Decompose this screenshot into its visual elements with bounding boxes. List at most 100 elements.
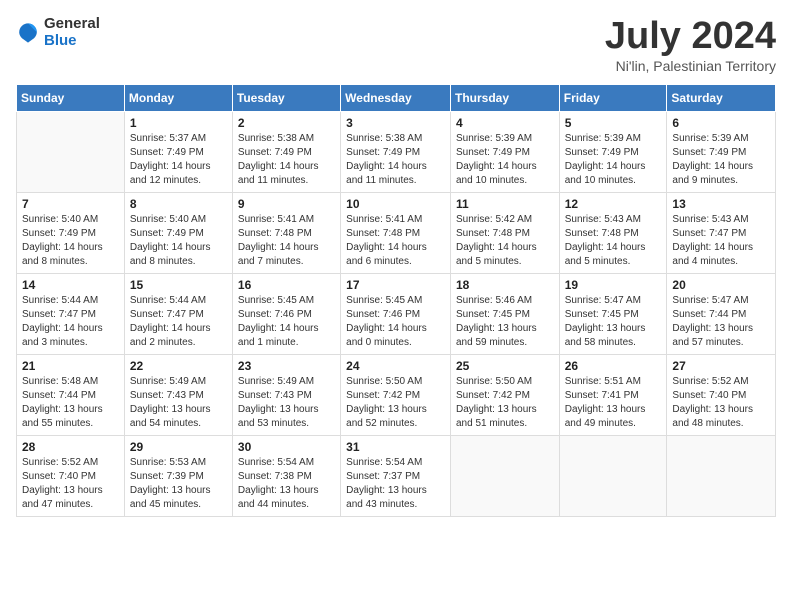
day-number: 17 bbox=[346, 278, 445, 292]
day-number: 27 bbox=[672, 359, 770, 373]
day-number: 16 bbox=[238, 278, 335, 292]
day-info: Sunrise: 5:50 AM Sunset: 7:42 PM Dayligh… bbox=[346, 375, 445, 431]
calendar-header-friday: Friday bbox=[559, 84, 667, 111]
day-info: Sunrise: 5:45 AM Sunset: 7:46 PM Dayligh… bbox=[346, 294, 445, 350]
day-number: 9 bbox=[238, 197, 335, 211]
calendar-week-row: 7 Sunrise: 5:40 AM Sunset: 7:49 PM Daylig… bbox=[17, 192, 776, 273]
day-number: 12 bbox=[565, 197, 662, 211]
day-number: 31 bbox=[346, 440, 445, 454]
day-info: Sunrise: 5:39 AM Sunset: 7:49 PM Dayligh… bbox=[565, 132, 662, 188]
day-number: 7 bbox=[22, 197, 119, 211]
calendar-header-row: SundayMondayTuesdayWednesdayThursdayFrid… bbox=[17, 84, 776, 111]
day-number: 6 bbox=[672, 116, 770, 130]
calendar-cell: 2 Sunrise: 5:38 AM Sunset: 7:49 PM Daylig… bbox=[232, 111, 340, 192]
calendar-cell: 16 Sunrise: 5:45 AM Sunset: 7:46 PM Dayli… bbox=[232, 273, 340, 354]
day-info: Sunrise: 5:38 AM Sunset: 7:49 PM Dayligh… bbox=[238, 132, 335, 188]
calendar-cell: 1 Sunrise: 5:37 AM Sunset: 7:49 PM Daylig… bbox=[124, 111, 232, 192]
calendar-cell: 7Sunrise: 5:40 AM Sunset: 7:49 PM Daylig… bbox=[17, 192, 125, 273]
day-info: Sunrise: 5:47 AM Sunset: 7:45 PM Dayligh… bbox=[565, 294, 662, 350]
calendar-cell: 20 Sunrise: 5:47 AM Sunset: 7:44 PM Dayli… bbox=[667, 273, 776, 354]
day-info: Sunrise: 5:39 AM Sunset: 7:49 PM Dayligh… bbox=[456, 132, 554, 188]
calendar-header-wednesday: Wednesday bbox=[341, 84, 451, 111]
day-number: 26 bbox=[565, 359, 662, 373]
day-number: 22 bbox=[130, 359, 227, 373]
calendar-week-row: 21Sunrise: 5:48 AM Sunset: 7:44 PM Dayli… bbox=[17, 354, 776, 435]
day-info: Sunrise: 5:53 AM Sunset: 7:39 PM Dayligh… bbox=[130, 456, 227, 512]
day-info: Sunrise: 5:39 AM Sunset: 7:49 PM Dayligh… bbox=[672, 132, 770, 188]
calendar-cell: 17 Sunrise: 5:45 AM Sunset: 7:46 PM Dayli… bbox=[341, 273, 451, 354]
calendar-week-row: 28 Sunrise: 5:52 AM Sunset: 7:40 PM Dayli… bbox=[17, 435, 776, 516]
logo-icon bbox=[16, 21, 40, 45]
calendar-cell: 13Sunrise: 5:43 AM Sunset: 7:47 PM Dayli… bbox=[667, 192, 776, 273]
day-number: 24 bbox=[346, 359, 445, 373]
calendar-cell: 22Sunrise: 5:49 AM Sunset: 7:43 PM Dayli… bbox=[124, 354, 232, 435]
calendar-cell: 25Sunrise: 5:50 AM Sunset: 7:42 PM Dayli… bbox=[450, 354, 559, 435]
calendar-cell: 23 Sunrise: 5:49 AM Sunset: 7:43 PM Dayli… bbox=[232, 354, 340, 435]
logo-text: General Blue bbox=[44, 16, 100, 49]
calendar-cell: 21Sunrise: 5:48 AM Sunset: 7:44 PM Dayli… bbox=[17, 354, 125, 435]
calendar-cell: 24 Sunrise: 5:50 AM Sunset: 7:42 PM Dayli… bbox=[341, 354, 451, 435]
main-title: July 2024 bbox=[605, 16, 776, 58]
day-info: Sunrise: 5:52 AM Sunset: 7:40 PM Dayligh… bbox=[672, 375, 770, 431]
day-number: 23 bbox=[238, 359, 335, 373]
calendar-cell: 18 Sunrise: 5:46 AM Sunset: 7:45 PM Dayli… bbox=[450, 273, 559, 354]
calendar-week-row: 1 Sunrise: 5:37 AM Sunset: 7:49 PM Daylig… bbox=[17, 111, 776, 192]
day-number: 5 bbox=[565, 116, 662, 130]
day-number: 19 bbox=[565, 278, 662, 292]
calendar-header-saturday: Saturday bbox=[667, 84, 776, 111]
page-header: General Blue July 2024 Ni'lin, Palestini… bbox=[16, 16, 776, 74]
calendar-cell: 19 Sunrise: 5:47 AM Sunset: 7:45 PM Dayli… bbox=[559, 273, 667, 354]
day-info: Sunrise: 5:54 AM Sunset: 7:38 PM Dayligh… bbox=[238, 456, 335, 512]
day-number: 25 bbox=[456, 359, 554, 373]
day-info: Sunrise: 5:37 AM Sunset: 7:49 PM Dayligh… bbox=[130, 132, 227, 188]
day-number: 11 bbox=[456, 197, 554, 211]
calendar-cell bbox=[450, 435, 559, 516]
day-number: 2 bbox=[238, 116, 335, 130]
calendar-cell bbox=[559, 435, 667, 516]
calendar-cell: 15Sunrise: 5:44 AM Sunset: 7:47 PM Dayli… bbox=[124, 273, 232, 354]
calendar-cell: 31 Sunrise: 5:54 AM Sunset: 7:37 PM Dayli… bbox=[341, 435, 451, 516]
calendar-cell: 10 Sunrise: 5:41 AM Sunset: 7:48 PM Dayli… bbox=[341, 192, 451, 273]
calendar-header-thursday: Thursday bbox=[450, 84, 559, 111]
calendar-cell: 6 Sunrise: 5:39 AM Sunset: 7:49 PM Daylig… bbox=[667, 111, 776, 192]
day-info: Sunrise: 5:46 AM Sunset: 7:45 PM Dayligh… bbox=[456, 294, 554, 350]
calendar-cell: 28 Sunrise: 5:52 AM Sunset: 7:40 PM Dayli… bbox=[17, 435, 125, 516]
day-info: Sunrise: 5:40 AM Sunset: 7:49 PM Dayligh… bbox=[130, 213, 227, 269]
logo-blue: Blue bbox=[44, 33, 100, 50]
day-number: 18 bbox=[456, 278, 554, 292]
subtitle: Ni'lin, Palestinian Territory bbox=[605, 58, 776, 74]
day-info: Sunrise: 5:42 AM Sunset: 7:48 PM Dayligh… bbox=[456, 213, 554, 269]
day-number: 3 bbox=[346, 116, 445, 130]
day-info: Sunrise: 5:44 AM Sunset: 7:47 PM Dayligh… bbox=[22, 294, 119, 350]
calendar-cell: 3Sunrise: 5:38 AM Sunset: 7:49 PM Daylig… bbox=[341, 111, 451, 192]
day-info: Sunrise: 5:52 AM Sunset: 7:40 PM Dayligh… bbox=[22, 456, 119, 512]
day-info: Sunrise: 5:43 AM Sunset: 7:47 PM Dayligh… bbox=[672, 213, 770, 269]
day-number: 20 bbox=[672, 278, 770, 292]
day-info: Sunrise: 5:48 AM Sunset: 7:44 PM Dayligh… bbox=[22, 375, 119, 431]
calendar-cell bbox=[17, 111, 125, 192]
day-number: 29 bbox=[130, 440, 227, 454]
calendar-cell: 11 Sunrise: 5:42 AM Sunset: 7:48 PM Dayli… bbox=[450, 192, 559, 273]
calendar-header-monday: Monday bbox=[124, 84, 232, 111]
day-info: Sunrise: 5:41 AM Sunset: 7:48 PM Dayligh… bbox=[346, 213, 445, 269]
calendar-cell: 30 Sunrise: 5:54 AM Sunset: 7:38 PM Dayli… bbox=[232, 435, 340, 516]
calendar-header-tuesday: Tuesday bbox=[232, 84, 340, 111]
day-info: Sunrise: 5:45 AM Sunset: 7:46 PM Dayligh… bbox=[238, 294, 335, 350]
calendar-cell: 8Sunrise: 5:40 AM Sunset: 7:49 PM Daylig… bbox=[124, 192, 232, 273]
day-number: 10 bbox=[346, 197, 445, 211]
day-number: 28 bbox=[22, 440, 119, 454]
day-number: 30 bbox=[238, 440, 335, 454]
calendar-cell: 9 Sunrise: 5:41 AM Sunset: 7:48 PM Daylig… bbox=[232, 192, 340, 273]
day-info: Sunrise: 5:51 AM Sunset: 7:41 PM Dayligh… bbox=[565, 375, 662, 431]
day-info: Sunrise: 5:49 AM Sunset: 7:43 PM Dayligh… bbox=[238, 375, 335, 431]
day-number: 1 bbox=[130, 116, 227, 130]
logo: General Blue bbox=[16, 16, 100, 49]
day-info: Sunrise: 5:41 AM Sunset: 7:48 PM Dayligh… bbox=[238, 213, 335, 269]
day-number: 14 bbox=[22, 278, 119, 292]
day-info: Sunrise: 5:47 AM Sunset: 7:44 PM Dayligh… bbox=[672, 294, 770, 350]
calendar-cell: 14 Sunrise: 5:44 AM Sunset: 7:47 PM Dayli… bbox=[17, 273, 125, 354]
calendar-week-row: 14 Sunrise: 5:44 AM Sunset: 7:47 PM Dayli… bbox=[17, 273, 776, 354]
day-info: Sunrise: 5:54 AM Sunset: 7:37 PM Dayligh… bbox=[346, 456, 445, 512]
logo-general: General bbox=[44, 16, 100, 33]
calendar-cell: 4Sunrise: 5:39 AM Sunset: 7:49 PM Daylig… bbox=[450, 111, 559, 192]
